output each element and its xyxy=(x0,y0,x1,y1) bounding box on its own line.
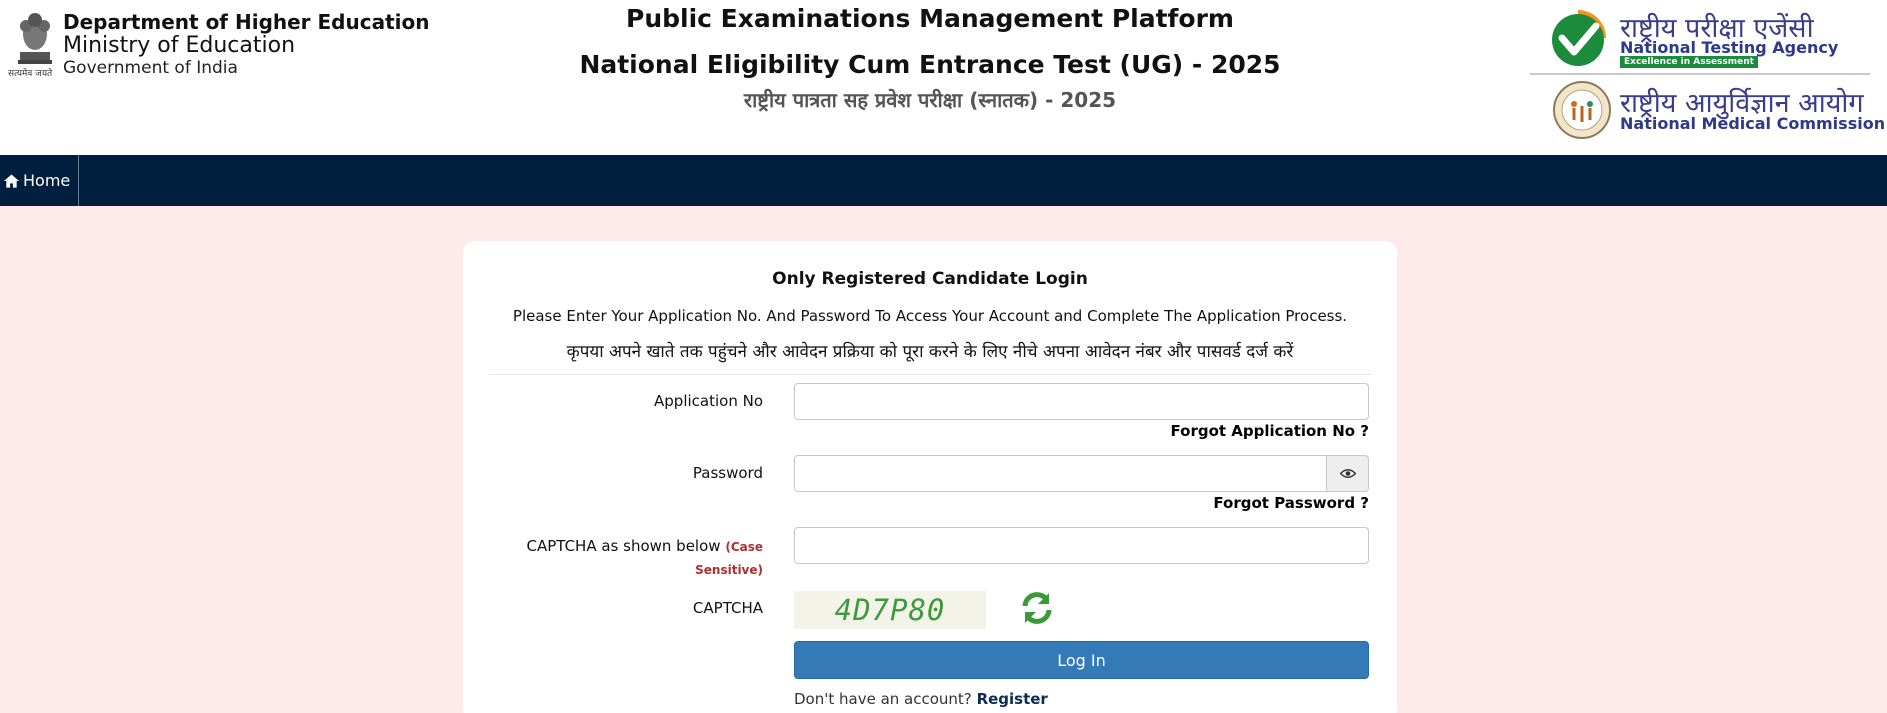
platform-title: Public Examinations Management Platform xyxy=(626,4,1234,33)
login-title: Only Registered Candidate Login xyxy=(772,269,1088,289)
login-instruction-english: Please Enter Your Application No. And Pa… xyxy=(512,307,1348,325)
eye-icon xyxy=(1339,469,1356,478)
forgot-password-link[interactable]: Forgot Password ? xyxy=(1213,494,1369,512)
site-header: सत्यमेव जयते Department of Higher Educat… xyxy=(0,0,1887,155)
login-instruction-hindi: कृपया अपने खाते तक पहुंचने और आवेदन प्रक… xyxy=(566,342,1294,362)
no-account-text: Don't have an account? xyxy=(794,690,972,708)
home-icon xyxy=(4,173,19,188)
ministry-name: Ministry of Education xyxy=(63,33,296,58)
captcha-input[interactable] xyxy=(794,527,1369,564)
exam-title-hindi: राष्ट्रीय पात्रता सह प्रवेश परीक्षा (स्न… xyxy=(743,88,1117,112)
captcha-label: CAPTCHA xyxy=(692,599,763,617)
nmc-logo-icon xyxy=(1553,81,1611,139)
password-input[interactable] xyxy=(794,455,1327,492)
nmc-name-english: National Medical Commission xyxy=(1620,114,1886,133)
emblem-caption: सत्यमेव जयते xyxy=(8,69,53,79)
captcha-text: 4D7P80 xyxy=(834,593,946,627)
top-navbar: Home xyxy=(0,155,1887,206)
toggle-password-button[interactable] xyxy=(1326,455,1369,492)
password-label: Password xyxy=(692,464,763,482)
government-name: Government of India xyxy=(63,58,238,78)
nav-home-label: Home xyxy=(23,171,71,190)
captcha-input-label: CAPTCHA as shown below (Case Sensitive) xyxy=(503,535,763,581)
nta-logo-icon xyxy=(1552,10,1606,66)
refresh-icon[interactable] xyxy=(1018,589,1056,627)
login-panel: Only Registered Candidate Login Please E… xyxy=(463,241,1397,713)
logo-divider xyxy=(1530,73,1870,75)
register-link[interactable]: Register xyxy=(977,690,1048,708)
captcha-image: 4D7P80 xyxy=(794,591,986,629)
nav-home-link[interactable]: Home xyxy=(0,155,79,206)
exam-title: National Eligibility Cum Entrance Test (… xyxy=(579,50,1281,79)
register-prompt: Don't have an account? Register xyxy=(794,690,1048,708)
application-no-label: Application No xyxy=(654,392,763,410)
nta-name-english: National Testing Agency xyxy=(1620,38,1839,57)
captcha-input-label-text: CAPTCHA as shown below xyxy=(526,537,721,555)
panel-divider xyxy=(489,374,1371,375)
department-name: Department of Higher Education xyxy=(63,10,430,34)
department-block: Department of Higher Education Ministry … xyxy=(63,10,429,79)
application-no-input[interactable] xyxy=(794,383,1369,420)
login-button[interactable]: Log In xyxy=(794,641,1369,679)
nta-tagline: Excellence in Assessment xyxy=(1620,56,1758,68)
forgot-application-no-link[interactable]: Forgot Application No ? xyxy=(1171,422,1369,440)
